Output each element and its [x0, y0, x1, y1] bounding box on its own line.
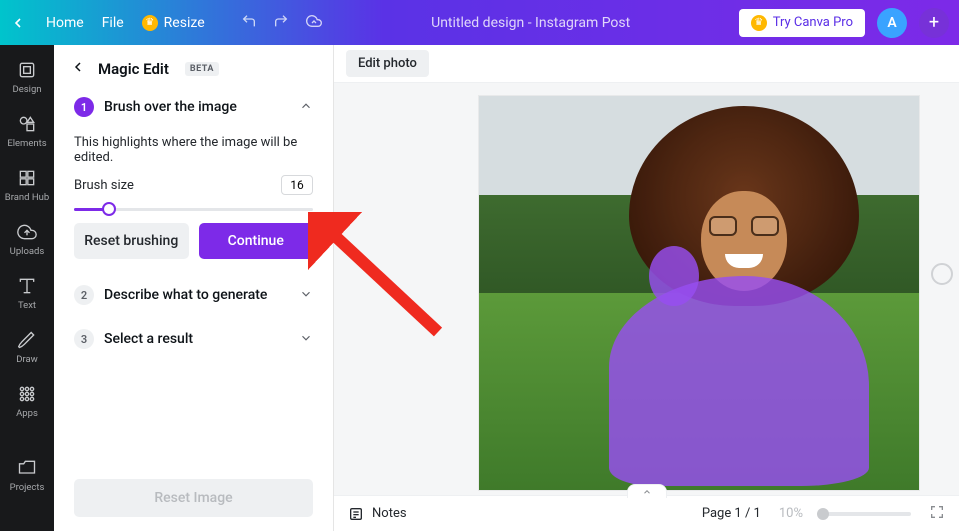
step-1-title: Brush over the image	[104, 99, 237, 115]
step-1: 1 Brush over the image	[54, 89, 333, 125]
step-1-description: This highlights where the image will be …	[54, 125, 333, 165]
magic-edit-panel: Magic Edit BETA 1 Brush over the image T…	[54, 45, 334, 531]
crown-icon: ♛	[142, 15, 158, 31]
zoom-slider-thumb[interactable]	[817, 508, 829, 520]
notes-label: Notes	[372, 506, 407, 521]
rail-draw[interactable]: Draw	[0, 321, 54, 373]
brush-size-slider[interactable]	[54, 199, 333, 219]
rail-label: Projects	[10, 482, 45, 493]
draw-icon	[17, 330, 37, 350]
toolbar-icons	[241, 13, 323, 33]
step-2-header[interactable]: 2 Describe what to generate	[54, 273, 333, 317]
rail-label: Uploads	[10, 246, 45, 257]
projects-icon	[17, 458, 37, 478]
cloud-sync-icon[interactable]	[305, 13, 323, 33]
rail-label: Text	[18, 300, 36, 311]
panel-header: Magic Edit BETA	[54, 45, 333, 89]
try-pro-label: Try Canva Pro	[773, 15, 853, 30]
beta-badge: BETA	[185, 62, 219, 76]
brush-size-label: Brush size	[74, 178, 134, 193]
edit-photo-button[interactable]: Edit photo	[346, 50, 429, 77]
brush-size-row: Brush size	[54, 165, 333, 199]
step-1-buttons: Reset brushing Continue	[54, 219, 333, 273]
zoom-slider[interactable]	[821, 512, 911, 516]
step-3-header[interactable]: 3 Select a result	[54, 317, 333, 361]
text-icon	[17, 276, 37, 296]
file-menu[interactable]: File	[102, 15, 124, 31]
back-arrow[interactable]	[10, 14, 28, 32]
rail-brand-hub[interactable]: Brand Hub	[0, 159, 54, 211]
panel-back-button[interactable]	[70, 59, 88, 79]
left-rail: Design Elements Brand Hub Uploads Text D…	[0, 45, 54, 531]
timer-icon[interactable]	[931, 263, 953, 285]
step-number-2: 2	[74, 285, 94, 305]
rail-elements[interactable]: Elements	[0, 105, 54, 157]
chevron-down-icon	[299, 330, 313, 349]
document-title[interactable]: Untitled design - Instagram Post	[323, 15, 739, 31]
rail-design[interactable]: Design	[0, 51, 54, 103]
continue-button[interactable]: Continue	[199, 223, 314, 259]
rail-label: Design	[12, 84, 41, 95]
rail-label: Elements	[7, 138, 46, 149]
share-plus-button[interactable]: +	[919, 8, 949, 38]
zoom-value[interactable]: 10%	[779, 506, 803, 521]
bottom-right-group: Page 1 / 1 10%	[702, 504, 945, 524]
photo-glasses	[709, 216, 779, 236]
reset-image-button[interactable]: Reset Image	[74, 479, 313, 517]
resize-button[interactable]: ♛ Resize	[142, 15, 205, 31]
home-link[interactable]: Home	[46, 15, 84, 31]
page-indicator[interactable]: Page 1 / 1	[702, 506, 761, 521]
brush-mask-overlay	[609, 276, 869, 486]
uploads-icon	[17, 222, 37, 242]
rail-label: Brand Hub	[5, 192, 49, 203]
rail-apps[interactable]: Apps	[0, 375, 54, 427]
top-bar: Home File ♛ Resize Untitled design - Ins…	[0, 0, 959, 45]
step-1-header[interactable]: 1 Brush over the image	[74, 97, 313, 117]
step-2-title: Describe what to generate	[104, 287, 267, 303]
elements-icon	[17, 114, 37, 134]
rail-label: Draw	[16, 354, 38, 365]
step-number-1: 1	[74, 97, 94, 117]
try-canva-pro-button[interactable]: ♛ Try Canva Pro	[739, 9, 865, 37]
rail-uploads[interactable]: Uploads	[0, 213, 54, 265]
chevron-down-icon	[299, 286, 313, 305]
undo-icon[interactable]	[241, 13, 257, 33]
slider-thumb[interactable]	[102, 202, 116, 216]
expand-pages-tab[interactable]	[627, 484, 667, 498]
rail-label: Apps	[16, 408, 38, 419]
canvas-area: Edit photo Notes Page 1 / 1 10%	[334, 45, 959, 531]
rail-projects[interactable]: Projects	[0, 449, 54, 501]
crown-icon: ♛	[751, 15, 767, 31]
step-number-3: 3	[74, 329, 94, 349]
canvas-main[interactable]	[334, 83, 959, 495]
rail-text[interactable]: Text	[0, 267, 54, 319]
top-left-group: Home File ♛ Resize	[10, 13, 323, 33]
redo-icon[interactable]	[273, 13, 289, 33]
top-right-group: ♛ Try Canva Pro A +	[739, 8, 949, 38]
canvas-toolbar: Edit photo	[334, 45, 959, 83]
brush-size-input[interactable]	[281, 175, 313, 195]
brand-hub-icon	[17, 168, 37, 188]
design-icon	[17, 60, 37, 80]
chevron-up-icon	[299, 98, 313, 117]
avatar[interactable]: A	[877, 8, 907, 38]
panel-footer: Reset Image	[54, 465, 333, 531]
canvas-photo[interactable]	[479, 96, 919, 490]
step-3-title: Select a result	[104, 331, 193, 347]
resize-label: Resize	[164, 15, 205, 31]
fullscreen-icon[interactable]	[929, 504, 945, 524]
reset-brushing-button[interactable]: Reset brushing	[74, 223, 189, 259]
apps-icon	[17, 384, 37, 404]
notes-button[interactable]: Notes	[348, 506, 407, 522]
bottom-bar: Notes Page 1 / 1 10%	[334, 495, 959, 531]
panel-title: Magic Edit	[98, 60, 169, 78]
